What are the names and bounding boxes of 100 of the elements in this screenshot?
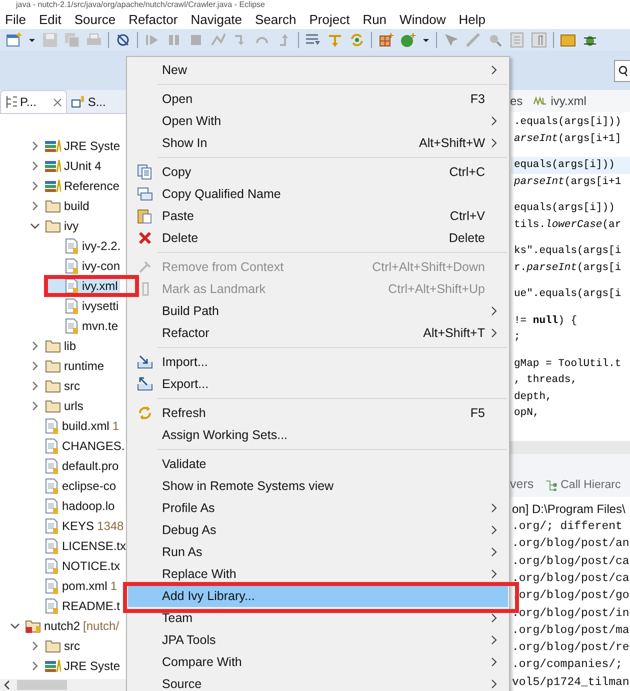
- file-icon: [65, 258, 79, 274]
- context-menu-item[interactable]: Team: [128, 607, 508, 629]
- tree-item-label: LICENSE.tx: [62, 539, 126, 553]
- window-title: java - nutch-2.1/src/java/org/apache/nutch/crawl/Crawler.java - Eclipse: [14, 0, 266, 9]
- context-menu-item[interactable]: Open F3: [128, 88, 508, 110]
- file-icon: [45, 578, 59, 594]
- new-window-icon[interactable]: [6, 32, 22, 48]
- tree-item[interactable]: default.pro: [28, 458, 121, 474]
- context-menu-item[interactable]: Validate: [128, 453, 508, 475]
- chevron-down-icon[interactable]: [10, 622, 20, 630]
- tree-item-label: ivysetti: [82, 299, 119, 313]
- menu-bar-item[interactable]: Search: [255, 12, 296, 26]
- menu-bar-item[interactable]: Run: [362, 12, 387, 26]
- tree-item[interactable]: JUnit 4: [28, 158, 104, 174]
- context-menu-item[interactable]: Show in Remote Systems view: [128, 475, 508, 497]
- folder-icon: [45, 219, 61, 233]
- folder-icon: [45, 339, 61, 353]
- menu-bar-item[interactable]: Help: [458, 12, 486, 26]
- menu-bar-item[interactable]: Project: [309, 12, 350, 26]
- view-tab[interactable]: S...: [66, 90, 126, 113]
- tree-item[interactable]: src: [28, 638, 82, 654]
- view-tab[interactable]: P...: [0, 90, 67, 113]
- file-icon: [45, 558, 59, 574]
- tree-item[interactable]: mvn.te: [48, 318, 120, 334]
- context-menu-item[interactable]: Replace With: [128, 563, 508, 585]
- context-menu-item[interactable]: Open With: [128, 110, 508, 132]
- view-tab[interactable]: Call Hierarc: [544, 478, 621, 491]
- tree-item[interactable]: NOTICE.tx: [28, 558, 122, 574]
- console-line: .org/blog/post/ca: [512, 554, 630, 570]
- context-menu-item[interactable]: Copy Ctrl+C: [128, 161, 508, 183]
- console-line: .org/blog/post/ma: [512, 622, 630, 639]
- grid-plus-icon[interactable]: [378, 32, 394, 48]
- tree-item-label: NOTICE.tx: [62, 559, 120, 573]
- tree-item[interactable]: README.t: [28, 598, 122, 614]
- sync-icon[interactable]: [349, 32, 365, 48]
- refresh-icon: [137, 405, 153, 421]
- tree-item[interactable]: hadoop.lo: [28, 498, 117, 514]
- context-menu-item[interactable]: Refactor Alt+Shift+T: [128, 322, 508, 344]
- import-icon: [137, 354, 153, 370]
- console-line: on] D:\Program Files\: [512, 500, 626, 518]
- tree-item[interactable]: CHANGES.: [28, 438, 127, 454]
- tree-item[interactable]: urls: [28, 398, 86, 414]
- tree-item[interactable]: Reference: [28, 178, 122, 194]
- tree-item[interactable]: nutch2 [nutch/: [8, 618, 122, 634]
- tree-item[interactable]: ivysetti: [48, 298, 121, 314]
- tree-item-label: JRE Syste: [64, 659, 120, 673]
- context-menu-item[interactable]: Add Ivy Library...: [128, 585, 508, 607]
- context-menu-item[interactable]: Export...: [128, 373, 508, 395]
- tree-item[interactable]: JRE Syste: [28, 138, 122, 154]
- menu-bar-item[interactable]: Navigate: [190, 12, 242, 26]
- context-menu-item[interactable]: Build Path: [128, 300, 508, 322]
- tree-item[interactable]: lib: [28, 338, 78, 354]
- context-menu-item[interactable]: Show In Alt+Shift+W: [128, 132, 508, 154]
- folder-icon[interactable]: [560, 32, 576, 48]
- tree-item[interactable]: build: [28, 198, 92, 214]
- context-menu-item[interactable]: Run As: [128, 541, 508, 563]
- tree-item[interactable]: ivy-2.2.: [48, 238, 123, 254]
- slashed-circle-icon[interactable]: [115, 32, 131, 48]
- horizontal-scrollbar[interactable]: [0, 679, 126, 691]
- context-menu-item[interactable]: Assign Working Sets...: [128, 424, 508, 446]
- tree-item[interactable]: build.xml 1: [28, 418, 122, 434]
- new-class-icon[interactable]: [400, 32, 416, 48]
- menu-bar-item[interactable]: Window: [400, 12, 446, 26]
- scroll-left-icon[interactable]: [3, 680, 11, 690]
- context-menu-item[interactable]: Paste Ctrl+V: [128, 205, 508, 227]
- tree-item[interactable]: KEYS 1348: [28, 518, 126, 534]
- context-menu-item[interactable]: Debug As: [128, 519, 508, 541]
- editor-tab[interactable]: es: [510, 94, 523, 108]
- tree-item-label: ivy: [64, 219, 79, 233]
- tree-item-label: CHANGES.: [62, 439, 125, 453]
- menu-bar-item[interactable]: Edit: [38, 12, 62, 26]
- context-menu-item[interactable]: Import...: [128, 351, 508, 373]
- menu-bar-item[interactable]: Source: [74, 12, 116, 26]
- context-menu-item[interactable]: Copy Qualified Name: [128, 183, 508, 205]
- tree-item[interactable]: ivy-con: [48, 258, 122, 274]
- menu-bar-item[interactable]: Refactor: [128, 12, 178, 26]
- close-icon[interactable]: [52, 98, 62, 106]
- editor-tab[interactable]: ivy.xml: [532, 94, 586, 108]
- menu-bar-item[interactable]: File: [5, 12, 26, 26]
- context-menu-item[interactable]: Refresh F5: [128, 402, 508, 424]
- tree-item[interactable]: JRE Syste: [28, 658, 122, 674]
- folder-icon: [45, 359, 61, 373]
- search-tool-icon[interactable]: [487, 32, 503, 48]
- context-menu-item[interactable]: Profile As: [128, 497, 508, 519]
- tree-item-label: JUnit 4: [64, 159, 102, 173]
- pilcrow-icon[interactable]: [531, 32, 547, 48]
- tree-item[interactable]: src: [28, 378, 82, 394]
- tree-item[interactable]: LICENSE.tx: [28, 538, 128, 554]
- quick-access-field[interactable]: [614, 60, 630, 82]
- chevron-down-icon[interactable]: [30, 222, 40, 230]
- tree-item[interactable]: pom.xml 1: [28, 578, 120, 594]
- view-tab[interactable]: vers: [510, 476, 534, 491]
- context-menu-item[interactable]: Source: [128, 673, 508, 691]
- tree-item[interactable]: eclipse-co: [28, 478, 118, 494]
- context-menu-item[interactable]: JPA Tools: [128, 629, 508, 651]
- tree-item[interactable]: runtime: [28, 358, 106, 374]
- context-menu-item[interactable]: Delete Delete: [128, 227, 508, 249]
- tree-item-label: mvn.te: [82, 319, 118, 333]
- context-menu-item[interactable]: Compare With: [128, 651, 508, 673]
- tree-item[interactable]: ivy: [28, 218, 81, 234]
